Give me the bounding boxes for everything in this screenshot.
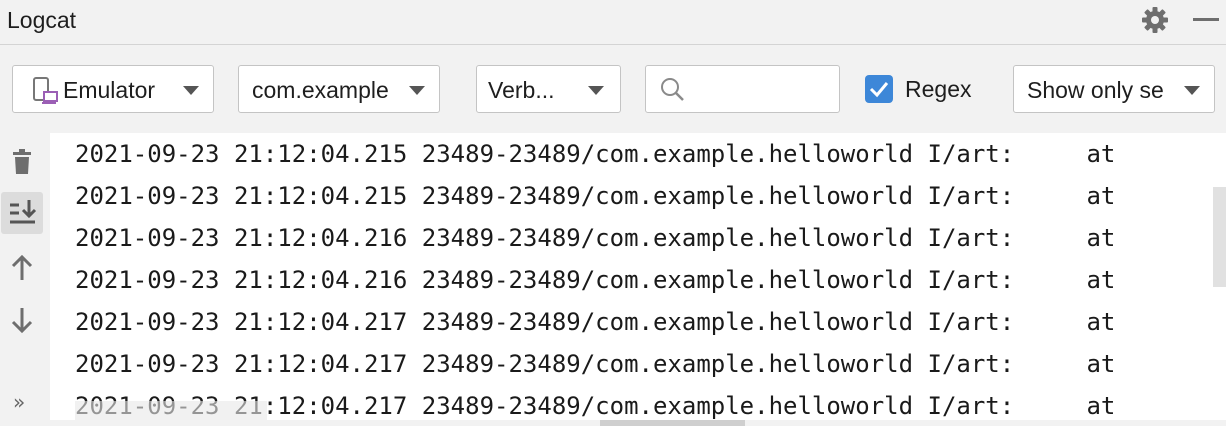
logcat-sidebar: » [0,133,50,426]
window-title: Logcat [7,7,77,33]
minimize-icon[interactable] [1193,18,1219,21]
regex-label: Regex [905,76,972,102]
log-line: 2021-09-23 21:12:04.216 23489-23489/com.… [75,266,1116,294]
title-bar: Logcat [0,0,1226,45]
log-output[interactable]: 2021-09-23 21:12:04.215 23489-23489/com.… [50,133,1226,420]
chevron-down-icon [588,86,604,95]
trash-icon[interactable] [7,147,37,177]
search-input[interactable] [645,65,840,113]
scroll-to-end-button[interactable] [1,192,43,234]
log-level-select-value: Verb... [488,77,555,103]
device-icon [33,77,58,104]
log-line: 2021-09-23 21:12:04.216 23489-23489/com.… [75,224,1116,252]
chevron-down-icon [183,86,199,95]
chevron-down-icon [409,86,425,95]
arrow-down-icon[interactable] [7,305,37,335]
checkmark-icon [869,82,889,98]
gear-icon[interactable] [1141,6,1169,34]
vertical-scrollbar-thumb[interactable] [1213,187,1226,287]
process-select-value: com.example [252,77,389,103]
device-select[interactable]: Emulator [12,65,214,113]
chevron-down-icon [1184,86,1200,95]
log-line: 2021-09-23 21:12:04.217 23489-23489/com.… [75,308,1116,336]
log-level-select[interactable]: Verb... [476,65,621,113]
filter-config-select[interactable]: Show only se [1013,65,1215,113]
text-selection-highlight [75,401,267,420]
regex-checkbox[interactable] [865,75,893,103]
scroll-to-end-icon [10,200,37,224]
log-line: 2021-09-23 21:12:04.217 23489-23489/com.… [75,350,1116,378]
log-line: 2021-09-23 21:12:04.215 23489-23489/com.… [75,182,1116,210]
process-select[interactable]: com.example [238,65,440,113]
logcat-toolbar: Emulator com.example Verb... Regex Show … [0,45,1226,133]
search-icon [661,78,684,101]
arrow-up-icon[interactable] [7,253,37,283]
filter-config-select-value: Show only se [1027,77,1164,103]
device-select-value: Emulator [63,77,156,103]
chevron-double-right-icon[interactable]: » [13,390,25,414]
log-line: 2021-09-23 21:12:04.215 23489-23489/com.… [75,140,1116,168]
horizontal-scrollbar-thumb[interactable] [600,420,745,426]
